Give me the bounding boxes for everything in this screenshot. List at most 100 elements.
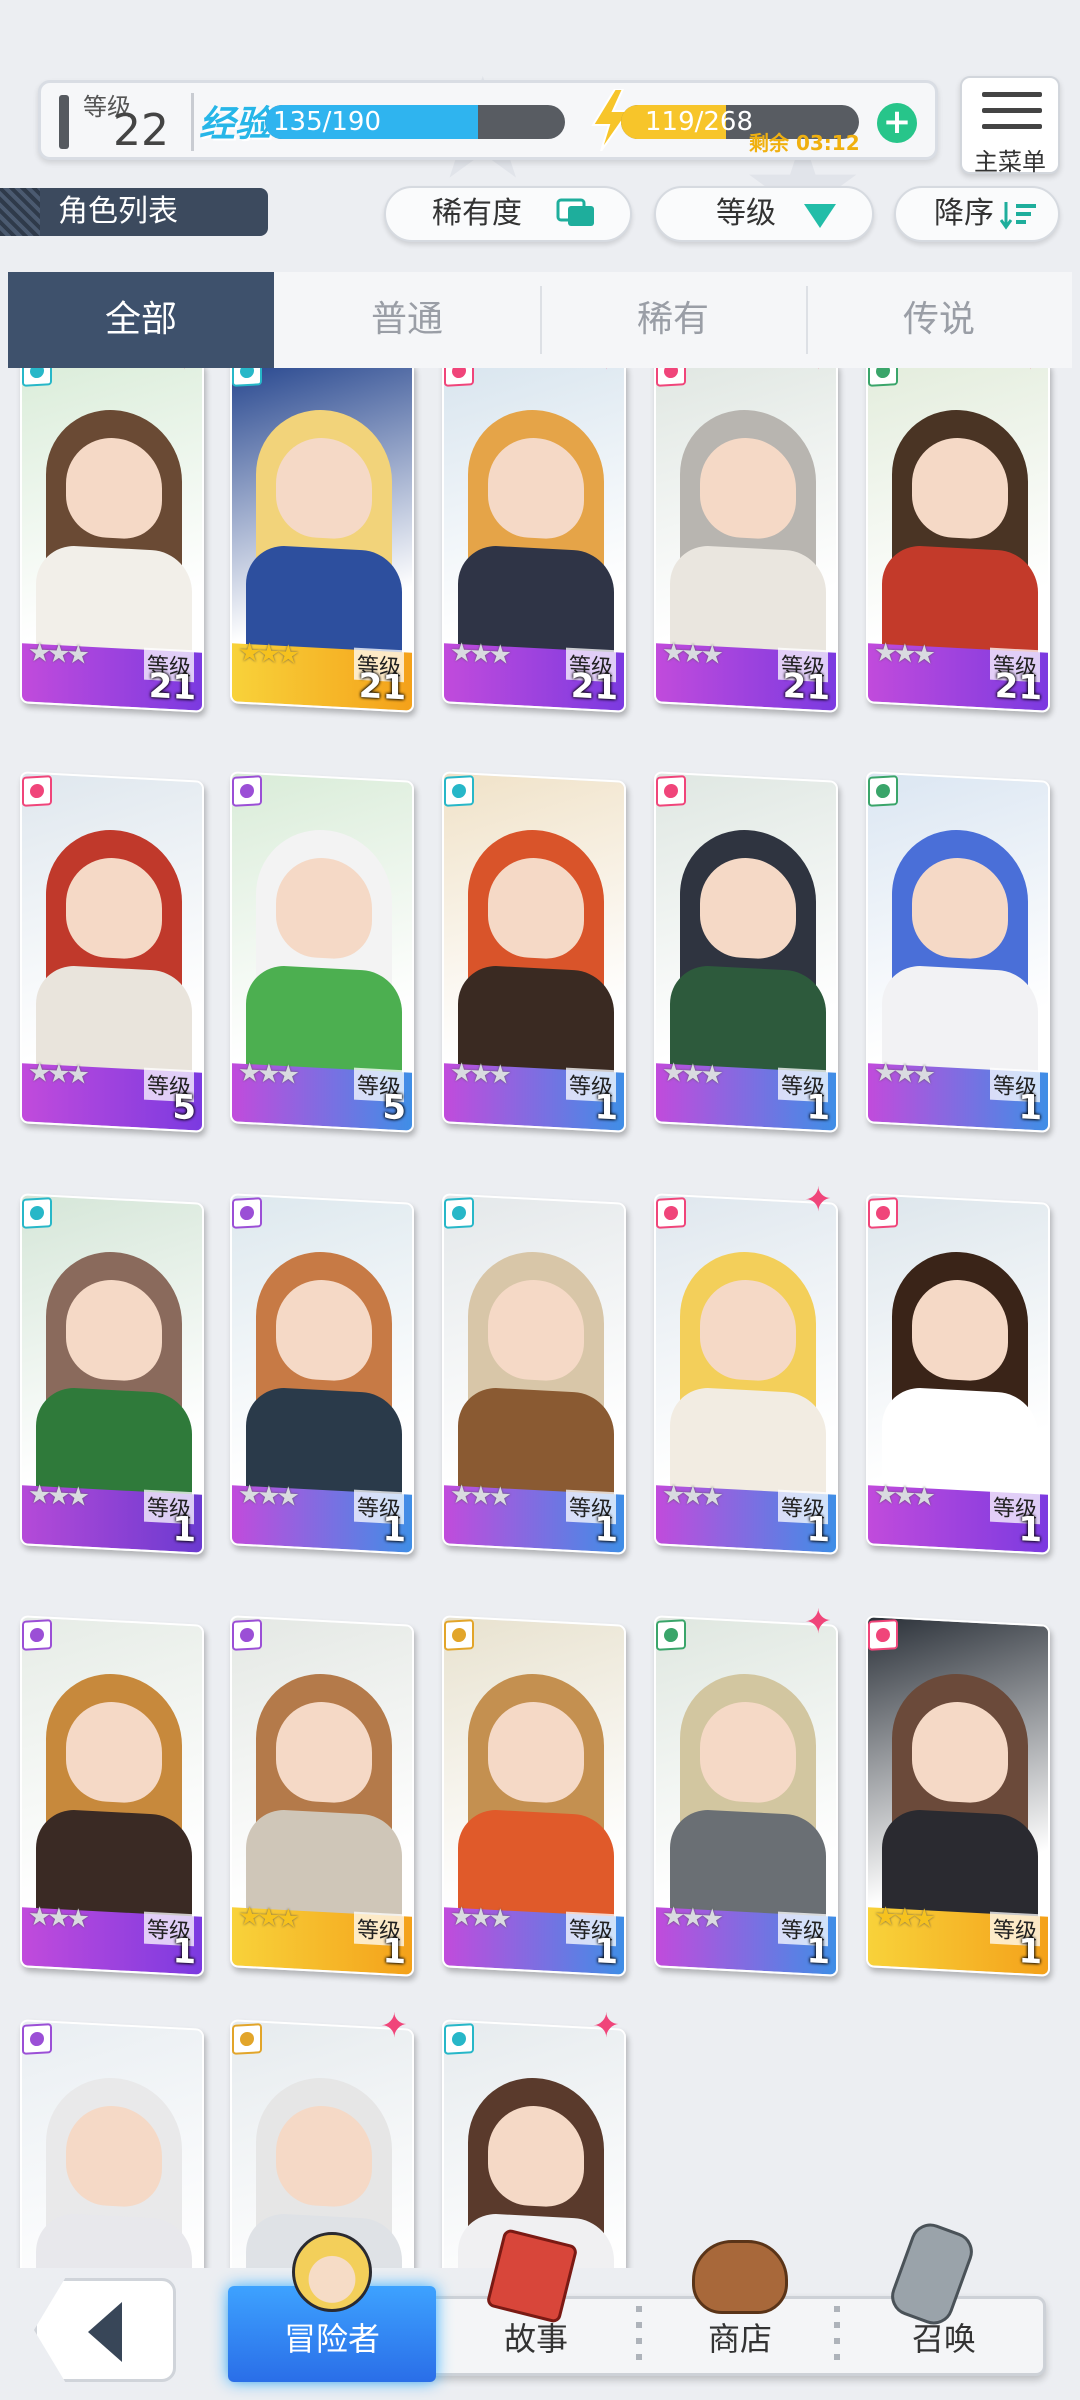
sort-descending-icon [1000, 202, 1036, 230]
nav-story[interactable]: 故事 [436, 2314, 636, 2360]
character-card[interactable]: ★★★ 等级 1 [654, 1193, 838, 1555]
card-level-value: 5 [382, 1087, 406, 1129]
rarity-stars: ★★★ [874, 1057, 932, 1091]
hamburger-icon [982, 92, 1042, 97]
level-bar-marker [59, 95, 69, 149]
rarity-stars: ★★★ [450, 1479, 508, 1513]
rarity-stars: ★★★ [662, 1479, 720, 1513]
card-level-value: 1 [806, 1509, 830, 1551]
sort-rarity-button[interactable]: 稀有度 [384, 186, 632, 242]
hamburger-icon [982, 108, 1042, 113]
element-green-icon [656, 1619, 686, 1651]
element-pink-icon [656, 1197, 686, 1229]
add-energy-button[interactable]: + [877, 103, 917, 143]
character-card[interactable]: ★★★ 等级 1 [230, 1193, 414, 1555]
highlight-star-icon: ✦ [592, 2005, 621, 2047]
character-card[interactable]: ★★★ 等级 21 [230, 368, 414, 713]
dropdown-triangle-icon [804, 204, 836, 228]
character-card[interactable]: ★★★ 等级 21 [866, 368, 1050, 713]
element-pink-icon [868, 1197, 898, 1229]
page-title: 角色列表 [0, 188, 268, 236]
sort-level-button[interactable]: 等级 [654, 186, 874, 242]
character-card[interactable]: ★★★ 等级 21 [442, 368, 626, 713]
highlight-star-icon: ✦ [1016, 368, 1045, 379]
element-pink-icon [22, 775, 52, 807]
card-level-value: 1 [806, 1931, 830, 1973]
card-level-value: 1 [594, 1087, 618, 1129]
character-card[interactable]: ★★★ 等级 1 [654, 771, 838, 1133]
highlight-star-icon: ✦ [380, 2005, 409, 2047]
rarity-stars: ★★★ [238, 637, 296, 671]
character-card[interactable] [20, 2019, 204, 2268]
card-level-value: 21 [148, 665, 196, 709]
element-green-icon [868, 775, 898, 807]
character-card[interactable]: ★★★ 等级 1 [866, 1615, 1050, 1977]
element-purple-icon [232, 1197, 262, 1229]
tab-legendary[interactable]: 传说 [806, 272, 1072, 368]
energy-timer: 剩余 03:12 [749, 131, 860, 155]
card-level-value: 1 [1018, 1509, 1042, 1551]
character-card[interactable]: ★★★ 等级 1 [866, 1193, 1050, 1555]
character-card[interactable]: ★★★ 等级 5 [20, 771, 204, 1133]
rarity-stars: ★★★ [28, 1057, 86, 1091]
card-level-value: 21 [358, 665, 406, 709]
character-card[interactable]: ★★★ 等级 1 [20, 1193, 204, 1555]
rarity-stars: ★★★ [450, 1901, 508, 1935]
character-portrait [22, 2021, 202, 2268]
rarity-stars: ★★★ [874, 1901, 932, 1935]
tab-all[interactable]: 全部 [8, 272, 274, 368]
character-card[interactable]: ★★★ 等级 1 [442, 1615, 626, 1977]
character-card[interactable]: ★★★ 等级 1 [866, 771, 1050, 1133]
character-card[interactable]: ★★★ 等级 1 [442, 771, 626, 1133]
character-card[interactable]: ★★★ 等级 5 [230, 771, 414, 1133]
element-green-icon [868, 368, 898, 387]
element-teal-icon [22, 1197, 52, 1229]
nav-adventurer[interactable]: 冒险者 [232, 2314, 432, 2360]
sort-order-button[interactable]: 降序 [894, 186, 1060, 242]
character-card[interactable]: ★★★ 等级 21 [654, 368, 838, 713]
character-card[interactable]: ★★★ 等级 1 [20, 1615, 204, 1977]
tab-common[interactable]: 普通 [274, 272, 540, 368]
hamburger-icon [982, 124, 1042, 129]
card-level-value: 21 [782, 665, 830, 709]
element-teal-icon [22, 368, 52, 387]
rarity-stars: ★★★ [450, 637, 508, 671]
character-card[interactable]: ★★★ 等级 1 [654, 1615, 838, 1977]
character-card[interactable] [230, 2019, 414, 2268]
main-menu-button[interactable]: 主菜单 [960, 76, 1060, 176]
element-pink-icon [656, 368, 686, 387]
sort-order-label: 降序 [934, 196, 994, 231]
element-purple-icon [22, 2023, 52, 2055]
card-level-value: 5 [172, 1087, 196, 1129]
element-pink-icon [656, 775, 686, 807]
element-gold-icon [444, 1619, 474, 1651]
tab-rare[interactable]: 稀有 [540, 272, 806, 368]
rarity-stars: ★★★ [28, 637, 86, 671]
element-purple-icon [232, 1619, 262, 1651]
character-card[interactable]: ★★★ 等级 1 [230, 1615, 414, 1977]
card-level-value: 21 [994, 665, 1042, 709]
card-level-value: 1 [1018, 1087, 1042, 1129]
card-level-value: 1 [806, 1087, 830, 1129]
element-gold-icon [232, 2023, 262, 2055]
card-level-value: 1 [172, 1931, 196, 1973]
character-grid: ★★★等级21✦★★★等级21★★★等级21✦★★★等级21✦★★★等级21✦★… [0, 368, 1080, 2268]
card-level-value: 1 [1018, 1931, 1042, 1973]
nav-shop[interactable]: 商店 [640, 2314, 840, 2360]
player-level-value: 22 [113, 105, 169, 156]
character-card[interactable]: ★★★ 等级 1 [442, 1193, 626, 1555]
rarity-tabs: 全部 普通 稀有 传说 [8, 272, 1072, 368]
rarity-stars: ★★★ [238, 1057, 296, 1091]
adventurer-avatar-icon [292, 2232, 372, 2312]
nav-summon[interactable]: 召唤 [844, 2314, 1044, 2360]
rarity-stars: ★★★ [28, 1901, 86, 1935]
card-level-value: 1 [382, 1509, 406, 1551]
rarity-stars: ★★★ [662, 637, 720, 671]
character-card[interactable] [442, 2019, 626, 2268]
character-card[interactable]: ★★★ 等级 21 [20, 368, 204, 713]
card-level-value: 1 [382, 1931, 406, 1973]
highlight-star-icon: ✦ [592, 368, 621, 379]
shop-bag-icon [692, 2240, 788, 2314]
exp-value: 135/190 [273, 107, 382, 137]
rarity-stars: ★★★ [874, 1479, 932, 1513]
